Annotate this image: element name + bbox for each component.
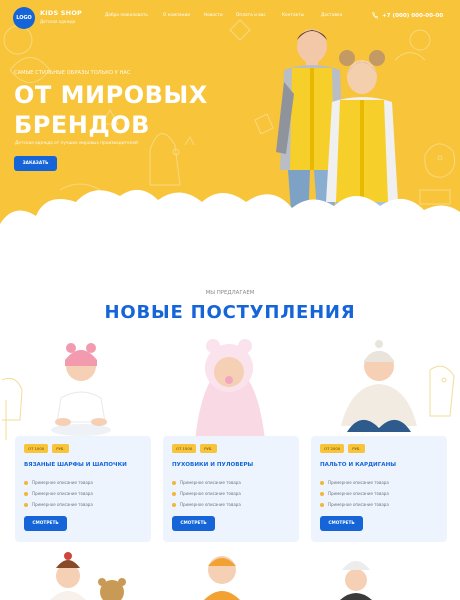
- logo[interactable]: LOGO: [13, 7, 35, 29]
- bullet-icon: [172, 502, 176, 507]
- nav-item-contacts[interactable]: Контакты: [282, 13, 321, 18]
- price-tag: ОТ 2000: [320, 444, 345, 453]
- site-header: LOGO KIDS SHOP Детская одежда Добро пожа…: [0, 0, 460, 34]
- bullet-icon: [320, 480, 324, 485]
- order-button[interactable]: ЗАКАЗАТЬ: [14, 156, 57, 171]
- hero-subtitle: Детская одежда от лучших мировых произво…: [15, 141, 138, 146]
- product-card: ОТ 2000 РУБ. ПАЛЬТО И КАРДИГАНЫ Примерно…: [311, 336, 447, 544]
- bullet-icon: [24, 491, 28, 496]
- nav-item-payment[interactable]: Оплата и вас: [236, 13, 282, 18]
- page: LOGO KIDS SHOP Детская одежда Добро пожа…: [0, 0, 460, 600]
- bullet-icon: [172, 480, 176, 485]
- product-title[interactable]: ВЯЗАНЫЕ ШАРФЫ И ШАПОЧКИ: [24, 462, 127, 468]
- product-title[interactable]: ПУХОВИКИ И ПУЛОВЕРЫ: [172, 462, 253, 468]
- main-nav: Добро пожаловать О компании Новости Опла…: [105, 13, 361, 18]
- product-feature: Примерное описание товара: [320, 480, 389, 485]
- view-button[interactable]: СМОТРЕТЬ: [320, 516, 363, 531]
- phone-block[interactable]: +7 (000) 000-00-00: [371, 12, 443, 19]
- nav-item-welcome[interactable]: Добро пожаловать: [105, 13, 163, 18]
- hero-headline: ОТ МИРОВЫХ БРЕНДОВ: [14, 80, 244, 140]
- hero-headline-line1: ОТ МИРОВЫХ: [14, 81, 208, 109]
- brand-tagline: Детская одежда: [40, 19, 76, 24]
- product-title[interactable]: ПАЛЬТО И КАРДИГАНЫ: [320, 462, 396, 468]
- price-tag: ОТ 1000: [24, 444, 49, 453]
- hero-headline-line2: БРЕНДОВ: [14, 111, 150, 139]
- product-feature: Примерное описание товара: [24, 502, 93, 507]
- price-tags: ОТ 2000 РУБ.: [320, 444, 365, 453]
- view-button[interactable]: СМОТРЕТЬ: [24, 516, 67, 531]
- price-tag: ОТ 1500: [172, 444, 197, 453]
- currency-tag: РУБ.: [52, 444, 69, 453]
- product-cards: ОТ 1000 РУБ. ВЯЗАНЫЕ ШАРФЫ И ШАПОЧКИ При…: [15, 336, 447, 548]
- hero-cloud-divider: [0, 190, 460, 262]
- product-image-baby-knit-hat: [51, 343, 111, 436]
- phone-number[interactable]: +7 (000) 000-00-00: [382, 13, 443, 19]
- hero-eyebrow: САМЫЕ СТИЛЬНЫЕ ОБРАЗЫ ТОЛЬКО У НАС: [14, 70, 131, 76]
- nav-item-delivery[interactable]: Доставка: [321, 13, 361, 18]
- currency-tag: РУБ.: [200, 444, 217, 453]
- nav-item-about[interactable]: О компании: [163, 13, 204, 18]
- section-eyebrow: МЫ ПРЕДЛАГАЕМ: [205, 290, 255, 296]
- product-feature: Примерное описание товара: [24, 491, 93, 496]
- currency-tag: РУБ.: [348, 444, 365, 453]
- product-feature: Примерное описание товара: [24, 480, 93, 485]
- product-image-baby-winter-coat: [341, 340, 417, 432]
- price-tags: ОТ 1000 РУБ.: [24, 444, 69, 453]
- product-row-2-images: [50, 552, 372, 600]
- hero-section: LOGO KIDS SHOP Детская одежда Добро пожа…: [0, 0, 460, 262]
- section-title: НОВЫЕ ПОСТУПЛЕНИЯ: [104, 302, 356, 323]
- brand-name: KIDS SHOP: [40, 9, 83, 17]
- bullet-icon: [24, 502, 28, 507]
- phone-icon: [371, 12, 378, 19]
- bullet-icon: [24, 480, 28, 485]
- product-card: ОТ 1000 РУБ. ВЯЗАНЫЕ ШАРФЫ И ШАПОЧКИ При…: [15, 336, 151, 544]
- product-feature: Примерное описание товара: [172, 480, 241, 485]
- product-image-baby-pink-overall: [195, 339, 265, 440]
- product-feature: Примерное описание товара: [172, 502, 241, 507]
- product-card: ОТ 1500 РУБ. ПУХОВИКИ И ПУЛОВЕРЫ Примерн…: [163, 336, 299, 544]
- nav-item-news[interactable]: Новости: [204, 13, 236, 18]
- product-feature: Примерное описание товара: [172, 491, 241, 496]
- product-feature: Примерное описание товара: [320, 491, 389, 496]
- product-feature: Примерное описание товара: [320, 502, 389, 507]
- bullet-icon: [320, 491, 324, 496]
- price-tags: ОТ 1500 РУБ.: [172, 444, 217, 453]
- bullet-icon: [320, 502, 324, 507]
- bullet-icon: [172, 491, 176, 496]
- view-button[interactable]: СМОТРЕТЬ: [172, 516, 215, 531]
